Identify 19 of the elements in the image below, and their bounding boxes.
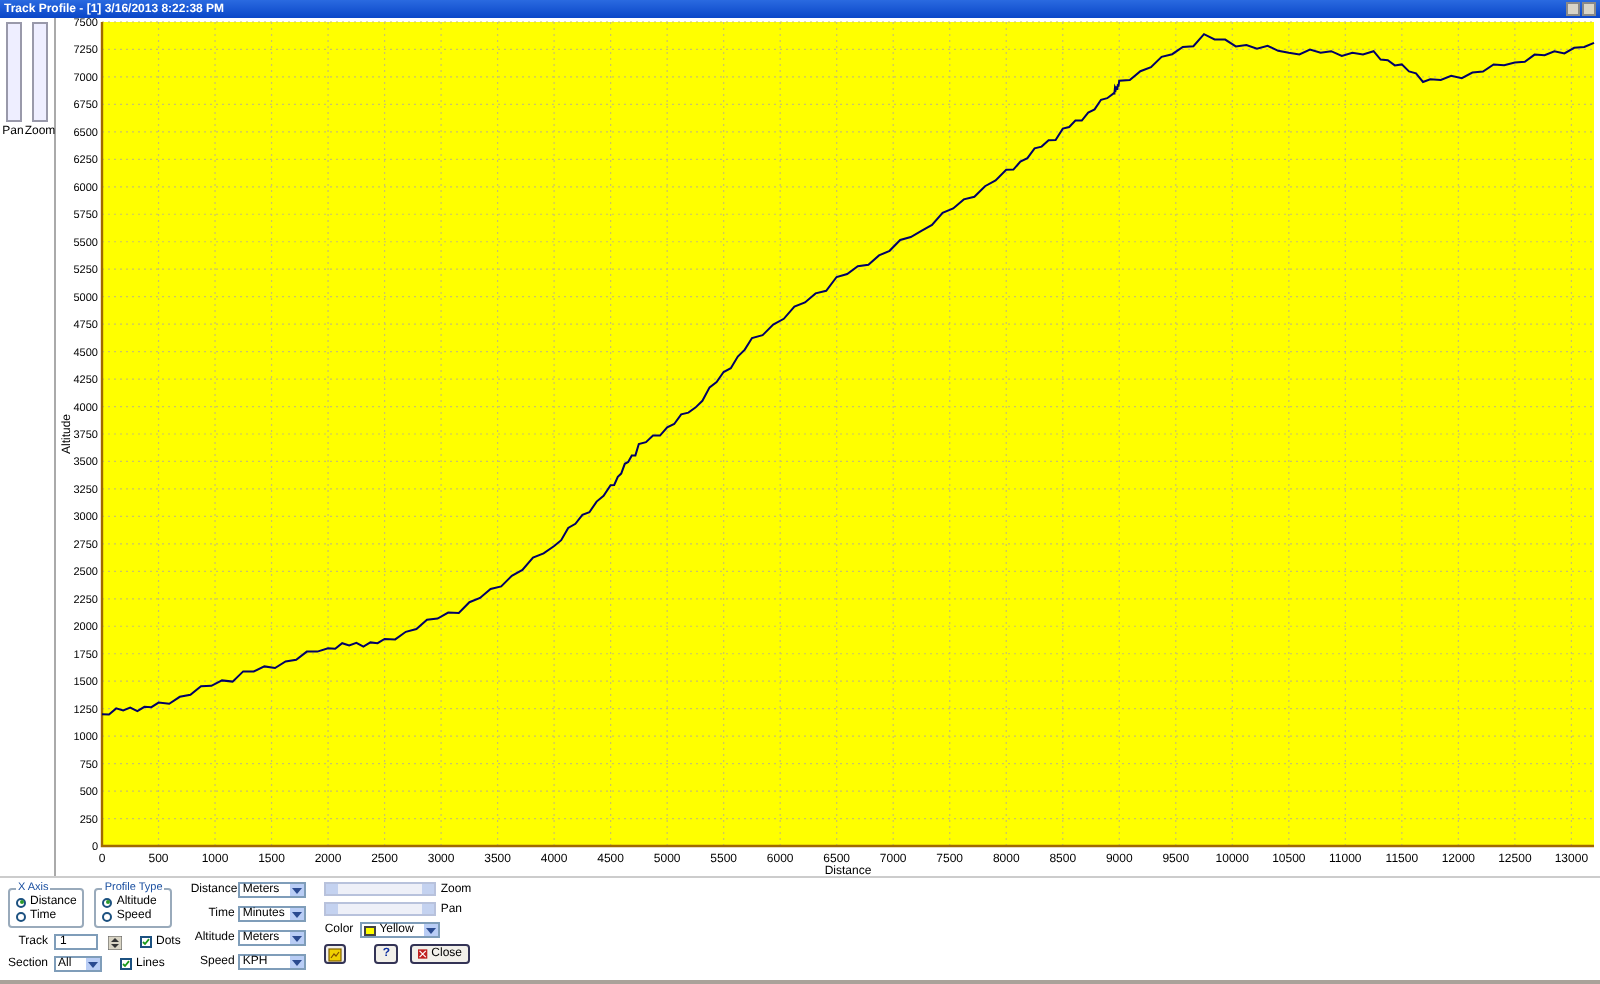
radio-button[interactable] [16, 897, 26, 907]
image-icon [328, 947, 343, 961]
dropdown-arrow-icon [86, 958, 100, 970]
dropdown-arrow-icon [423, 924, 438, 936]
radio-button[interactable] [16, 911, 26, 921]
checkbox[interactable] [140, 936, 152, 948]
image-button[interactable] [324, 944, 347, 964]
radio-button[interactable] [102, 911, 113, 921]
vertical-scrollbar[interactable] [5, 22, 21, 122]
horizontal-scrollbar[interactable] [324, 902, 437, 916]
radio-button[interactable] [102, 897, 113, 907]
horizontal-scrollbar[interactable] [324, 882, 437, 896]
dropdown-arrow-icon [290, 932, 305, 944]
vertical-scrollbar[interactable] [32, 22, 48, 122]
dropdown-arrow-icon [290, 908, 305, 920]
dropdown-arrow-icon [290, 884, 305, 896]
dropdown-arrow-icon [290, 956, 305, 968]
checkbox[interactable] [120, 958, 132, 970]
spinner-icon[interactable] [108, 935, 122, 949]
